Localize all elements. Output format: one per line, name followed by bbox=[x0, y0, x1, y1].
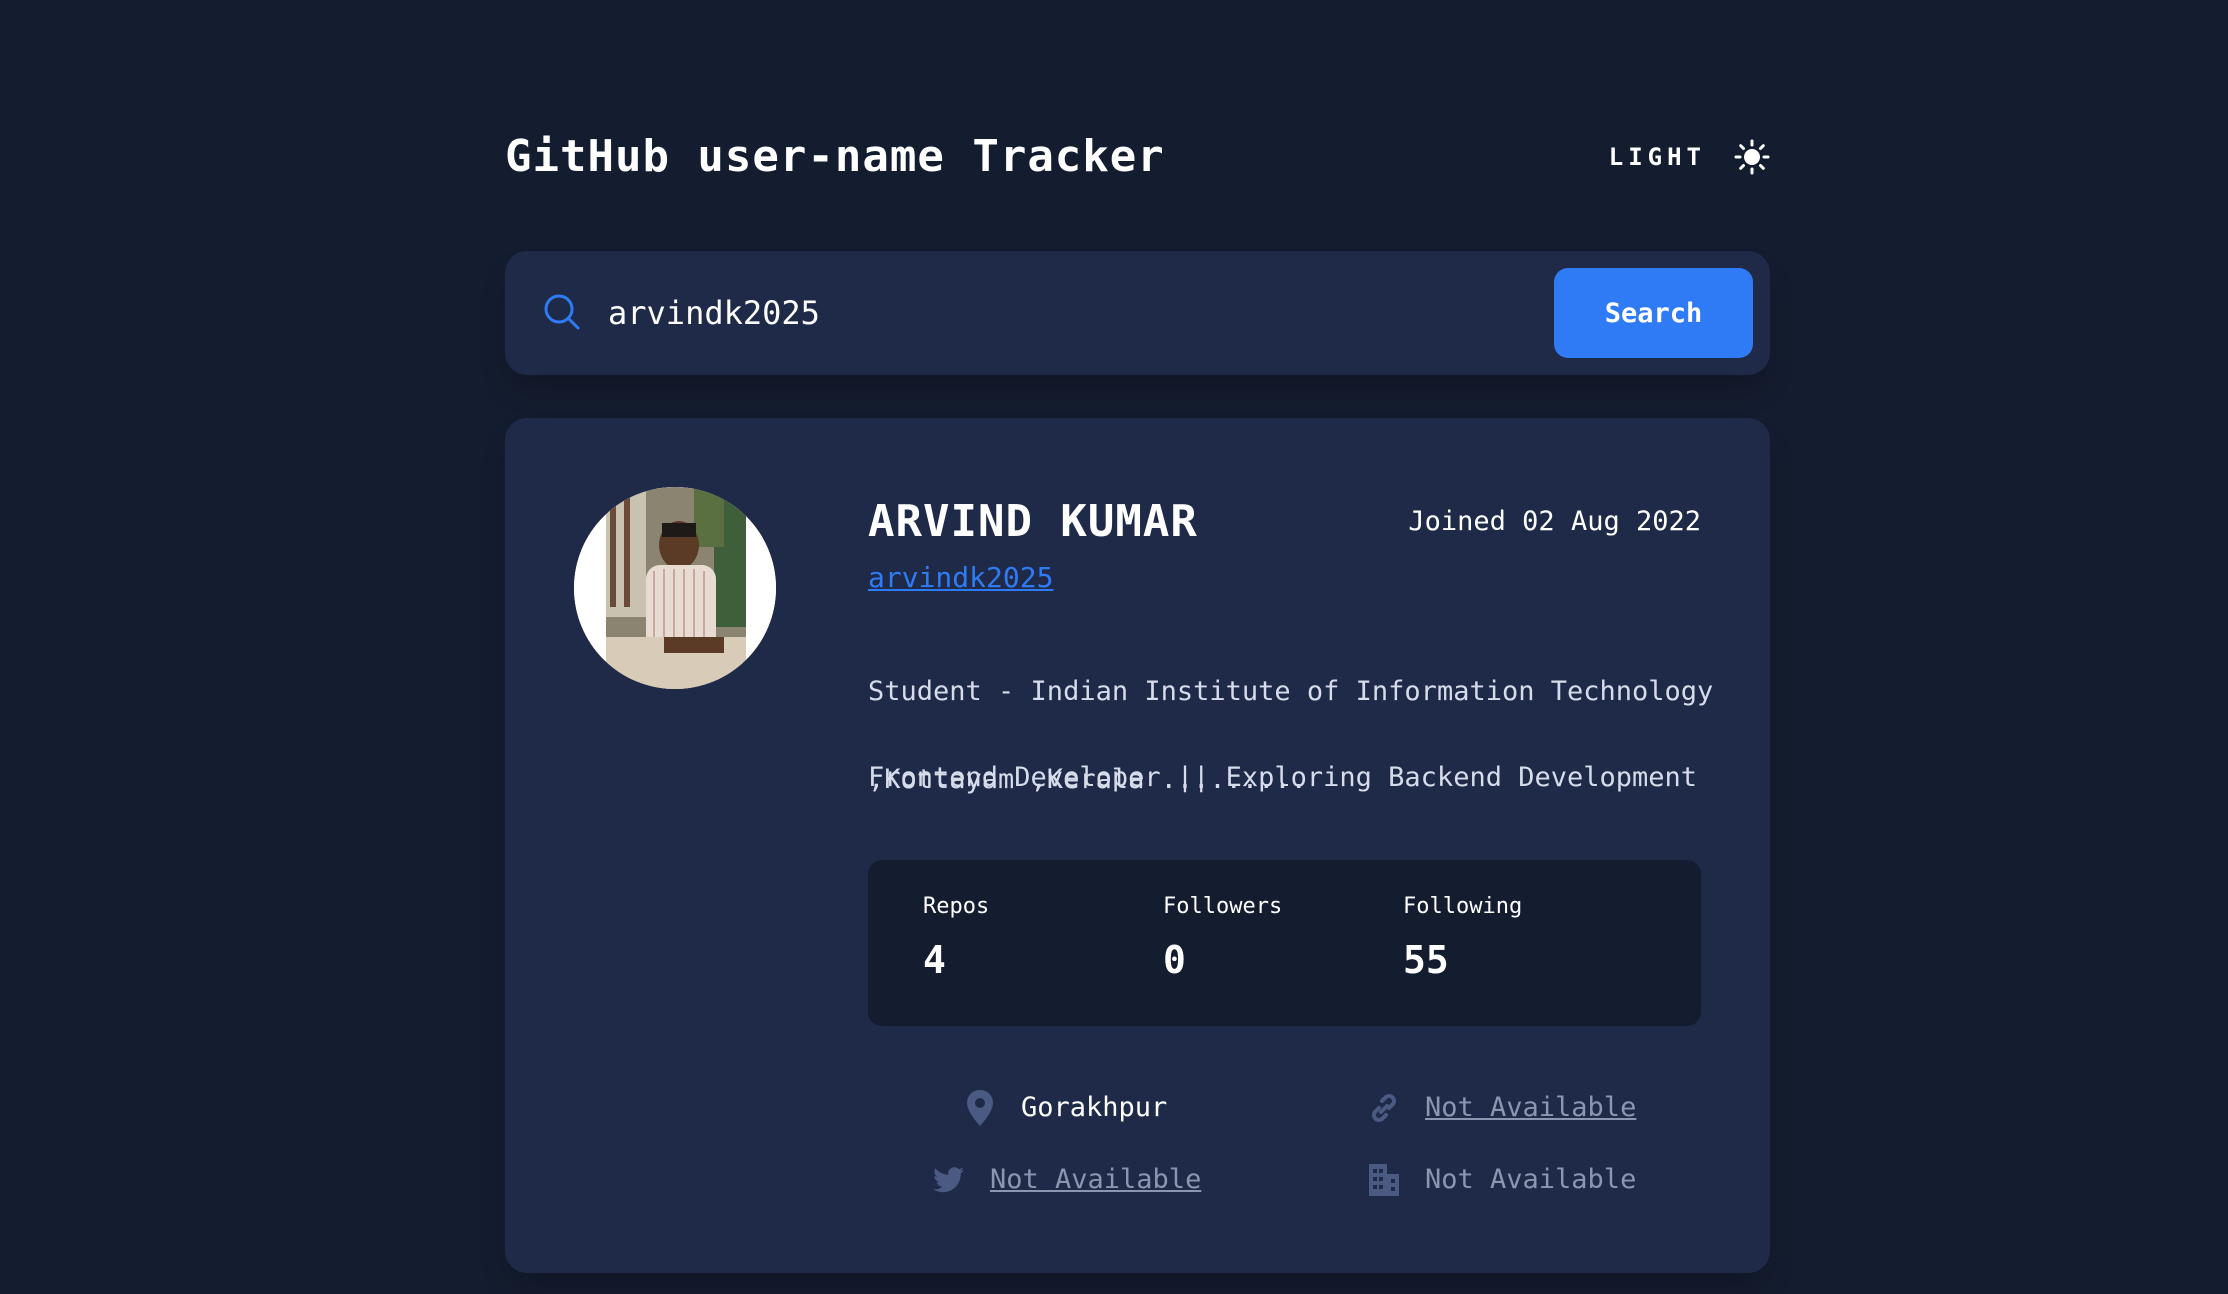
profile-tagline: Frontend Developer || Exploring Backend … bbox=[868, 762, 1698, 793]
profile-bio: Student - Indian Institute of Informatio… bbox=[868, 626, 1714, 846]
website-link[interactable]: Not Available bbox=[1425, 1088, 1636, 1128]
sun-icon[interactable] bbox=[1734, 139, 1770, 175]
header: GitHub user-name Tracker LIGHT bbox=[505, 125, 1770, 189]
theme-toggle[interactable]: LIGHT bbox=[1609, 125, 1770, 189]
stat-label: Followers bbox=[1163, 894, 1283, 919]
search-bar: Search bbox=[505, 251, 1770, 375]
profile-login-link[interactable]: arvindk2025 bbox=[868, 558, 1053, 598]
info-company: Not Available bbox=[1367, 1158, 1636, 1202]
info-location: Gorakhpur bbox=[963, 1086, 1167, 1130]
joined-date: Joined 02 Aug 2022 bbox=[1408, 506, 1701, 537]
building-icon bbox=[1369, 1164, 1399, 1196]
stat-value: 4 bbox=[923, 938, 946, 982]
company-text: Not Available bbox=[1425, 1164, 1637, 1195]
info-website: Not Available bbox=[1367, 1086, 1636, 1130]
stat-label: Following bbox=[1403, 894, 1523, 919]
app-title: GitHub user-name Tracker bbox=[505, 131, 1165, 182]
twitter-link[interactable]: Not Available bbox=[990, 1160, 1201, 1200]
search-input[interactable] bbox=[608, 285, 1428, 341]
profile-card: ARVIND KUMAR Joined 02 Aug 2022 arvindk2… bbox=[505, 418, 1770, 1273]
avatar bbox=[574, 487, 776, 689]
search-button[interactable]: Search bbox=[1554, 268, 1753, 358]
stat-value: 0 bbox=[1163, 938, 1186, 982]
info-twitter: Not Available bbox=[932, 1158, 1201, 1202]
stat-label: Repos bbox=[923, 894, 990, 919]
stat-followers: Followers 0 bbox=[1163, 892, 1383, 988]
stat-value: 55 bbox=[1403, 938, 1449, 982]
search-icon bbox=[544, 294, 580, 330]
stat-repos: Repos 4 bbox=[923, 892, 1143, 988]
bio-line: Student - Indian Institute of Informatio… bbox=[868, 676, 1714, 707]
stats-panel: Repos 4 Followers 0 Following 55 bbox=[868, 860, 1701, 1026]
theme-toggle-label[interactable]: LIGHT bbox=[1609, 143, 1706, 171]
profile-name: ARVIND KUMAR bbox=[868, 496, 1198, 547]
link-icon bbox=[1372, 1094, 1396, 1122]
location-pin-icon bbox=[967, 1090, 993, 1126]
stat-following: Following 55 bbox=[1403, 892, 1623, 988]
twitter-icon bbox=[933, 1167, 964, 1193]
location-text: Gorakhpur bbox=[1021, 1092, 1168, 1123]
